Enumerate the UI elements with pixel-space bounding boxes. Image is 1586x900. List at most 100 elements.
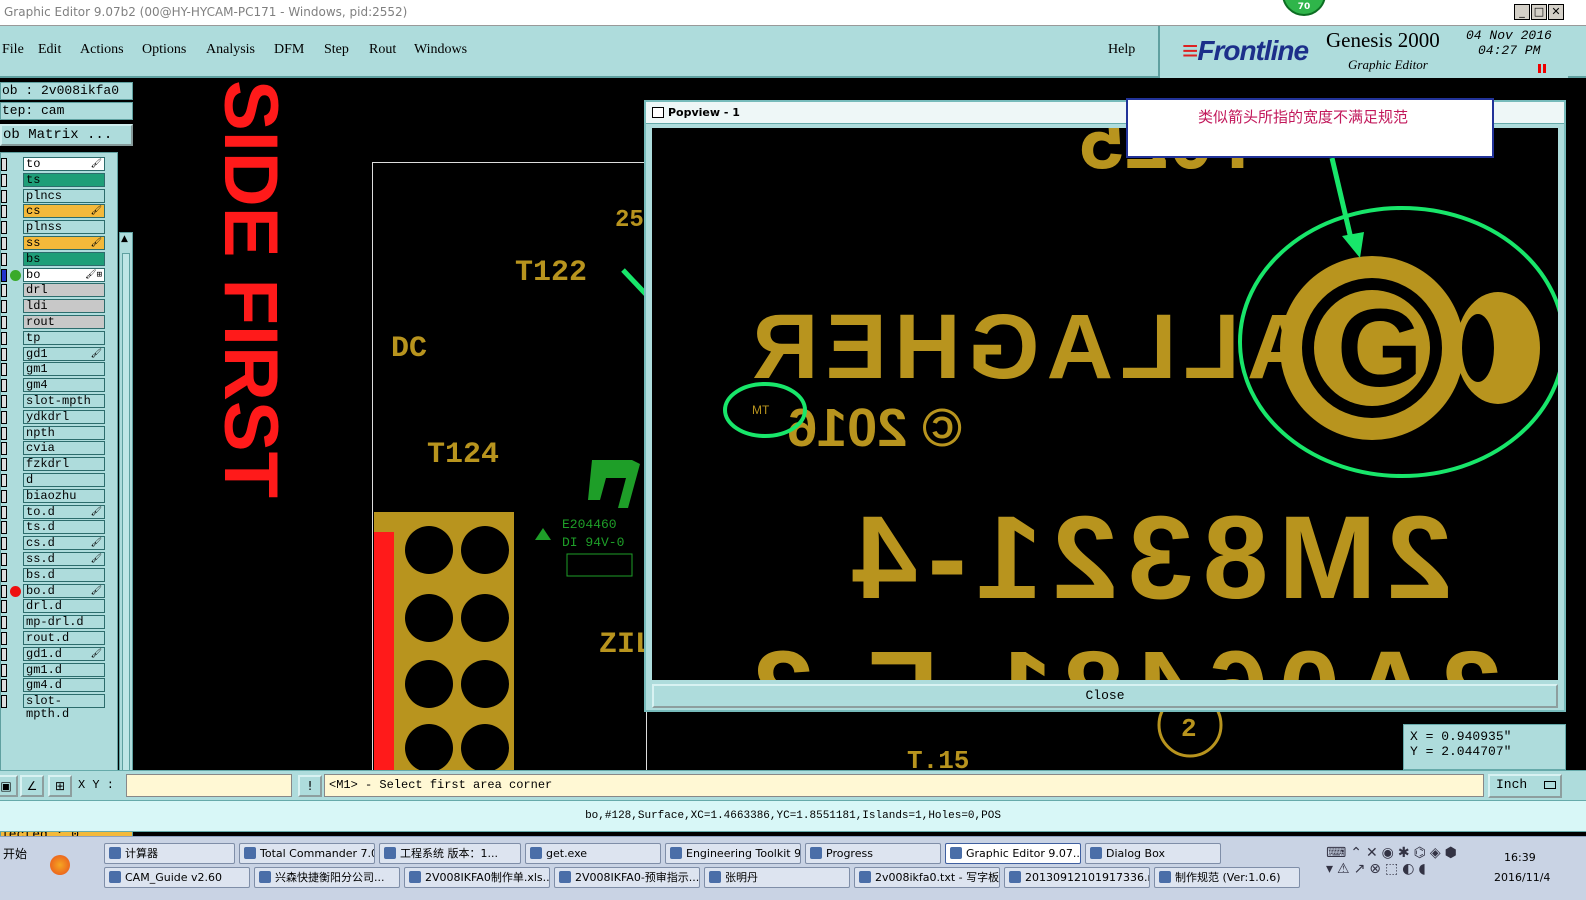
minimize-button[interactable]: _: [1514, 4, 1530, 20]
layer-name[interactable]: rout: [23, 315, 105, 329]
layer-row[interactable]: plncs: [1, 188, 119, 203]
layer-name[interactable]: tp: [23, 330, 105, 345]
layer-row[interactable]: tp: [1, 330, 119, 345]
layer-select-box[interactable]: [1, 205, 7, 219]
layer-name[interactable]: to 🖌: [23, 157, 105, 171]
layer-select-box[interactable]: [1, 395, 7, 408]
taskbar-button[interactable]: 2V008IKFA0-预审指示...: [554, 867, 700, 888]
layer-select-box[interactable]: [1, 521, 7, 535]
layer-row[interactable]: bo.d 🖌: [1, 583, 119, 598]
taskbar-button[interactable]: 张明丹: [704, 867, 850, 888]
layer-name[interactable]: plncs: [23, 188, 105, 203]
menu-analysis[interactable]: Analysis: [206, 42, 255, 58]
layer-select-box[interactable]: [1, 489, 7, 503]
taskbar-button[interactable]: 2v008ikfa0.txt - 写字板: [854, 867, 1000, 888]
layer-select-box[interactable]: [1, 584, 7, 598]
job-matrix-button[interactable]: ob Matrix ...: [0, 124, 133, 146]
menu-file[interactable]: File: [2, 42, 24, 58]
pause-icon[interactable]: [1538, 64, 1546, 73]
taskbar-button[interactable]: 计算器: [104, 843, 235, 864]
layer-row[interactable]: ydkdrl: [1, 409, 119, 424]
layer-select-box[interactable]: [1, 442, 7, 456]
windows-logo-icon[interactable]: [50, 855, 70, 875]
maximize-button[interactable]: □: [1531, 4, 1547, 20]
layer-scrollbar[interactable]: ▲ ▼: [119, 232, 133, 822]
layer-row[interactable]: rout: [1, 315, 119, 329]
layer-select-box[interactable]: [1, 616, 7, 630]
layer-name[interactable]: ydkdrl: [23, 409, 105, 424]
layer-name[interactable]: bs.d: [23, 567, 105, 582]
layer-name[interactable]: cs 🖌: [23, 204, 105, 219]
layer-select-box[interactable]: [1, 695, 7, 709]
layer-name[interactable]: gm1: [23, 362, 105, 377]
snap-icon[interactable]: ▣: [0, 775, 18, 797]
layer-row[interactable]: ss.d 🖌: [1, 552, 119, 566]
layer-select-box[interactable]: [1, 663, 7, 677]
layer-select-box[interactable]: [1, 363, 7, 377]
taskbar-button[interactable]: Total Commander 7.0...: [239, 843, 375, 864]
layer-name[interactable]: ts.d: [23, 520, 105, 535]
layer-row[interactable]: bs: [1, 251, 119, 266]
layer-select-box[interactable]: [1, 537, 7, 551]
menu-actions[interactable]: Actions: [80, 42, 124, 58]
taskbar-button[interactable]: Graphic Editor 9.07...: [945, 843, 1081, 864]
layer-name[interactable]: gm4: [23, 378, 105, 393]
layer-row[interactable]: gm1.d: [1, 662, 119, 677]
layer-select-box[interactable]: [1, 553, 7, 566]
layer-row[interactable]: cs 🖌: [1, 204, 119, 219]
layer-row[interactable]: biaozhu: [1, 488, 119, 503]
layer-name[interactable]: cs.d 🖌: [23, 536, 105, 551]
scroll-thumb[interactable]: [122, 253, 130, 793]
layer-select-box[interactable]: [1, 268, 7, 282]
layer-select-box[interactable]: [1, 647, 7, 661]
layer-name[interactable]: npth: [23, 425, 105, 440]
layer-row[interactable]: npth: [1, 425, 119, 440]
layer-row[interactable]: slot-mpth.d: [1, 694, 119, 721]
menu-options[interactable]: Options: [142, 42, 186, 58]
layer-row[interactable]: d: [1, 473, 119, 487]
layer-select-box[interactable]: [1, 173, 7, 187]
layer-name[interactable]: biaozhu: [23, 488, 105, 503]
layer-name[interactable]: rout.d: [23, 631, 105, 645]
layer-name[interactable]: gd1.d 🖌: [23, 646, 105, 661]
layer-select-box[interactable]: [1, 158, 7, 171]
layer-name[interactable]: gm1.d: [23, 662, 105, 677]
layer-row[interactable]: gd1.d 🖌: [1, 646, 119, 661]
layer-select-box[interactable]: [1, 284, 7, 298]
layer-row[interactable]: drl.d: [1, 599, 119, 614]
units-select[interactable]: Inch: [1488, 774, 1562, 798]
layer-row[interactable]: to.d 🖌: [1, 504, 119, 519]
layer-select-box[interactable]: [1, 679, 7, 693]
layer-name[interactable]: ldi: [23, 299, 105, 314]
layer-select-box[interactable]: [1, 316, 7, 329]
layer-row[interactable]: bo 🖌⊞: [1, 267, 119, 282]
layer-select-box[interactable]: [1, 237, 7, 250]
taskbar-button[interactable]: 工程系统 版本：1...: [379, 843, 521, 864]
alert-icon[interactable]: !: [298, 775, 322, 797]
layer-row[interactable]: ldi: [1, 299, 119, 314]
close-window-button[interactable]: ✕: [1548, 4, 1564, 20]
layer-row[interactable]: ts: [1, 172, 119, 187]
layer-row[interactable]: cs.d 🖌: [1, 536, 119, 551]
layer-row[interactable]: mp-drl.d: [1, 615, 119, 630]
layer-row[interactable]: drl: [1, 283, 119, 298]
tray-time[interactable]: 16:39: [1504, 851, 1536, 864]
layer-name[interactable]: ss 🖌: [23, 236, 105, 250]
xy-input[interactable]: [126, 774, 292, 797]
layer-name[interactable]: fzkdrl: [23, 457, 105, 472]
tray-date[interactable]: 2016/11/4: [1494, 871, 1550, 884]
layer-select-box[interactable]: [1, 600, 7, 614]
layer-row[interactable]: cvia: [1, 441, 119, 456]
taskbar-button[interactable]: Engineering Toolkit 9....: [665, 843, 801, 864]
layer-row[interactable]: to 🖌: [1, 157, 119, 171]
layer-name[interactable]: ts: [23, 172, 105, 187]
taskbar-button[interactable]: 制作规范 (Ver:1.0.6): [1154, 867, 1300, 888]
layer-name[interactable]: drl: [23, 283, 105, 298]
layer-select-box[interactable]: [1, 632, 7, 645]
layer-select-box[interactable]: [1, 474, 7, 487]
layer-row[interactable]: ts.d: [1, 520, 119, 535]
start-button[interactable]: 开始: [0, 843, 36, 865]
layer-name[interactable]: d: [23, 473, 105, 487]
layer-select-box[interactable]: [1, 221, 7, 235]
menu-windows[interactable]: Windows: [414, 42, 467, 58]
